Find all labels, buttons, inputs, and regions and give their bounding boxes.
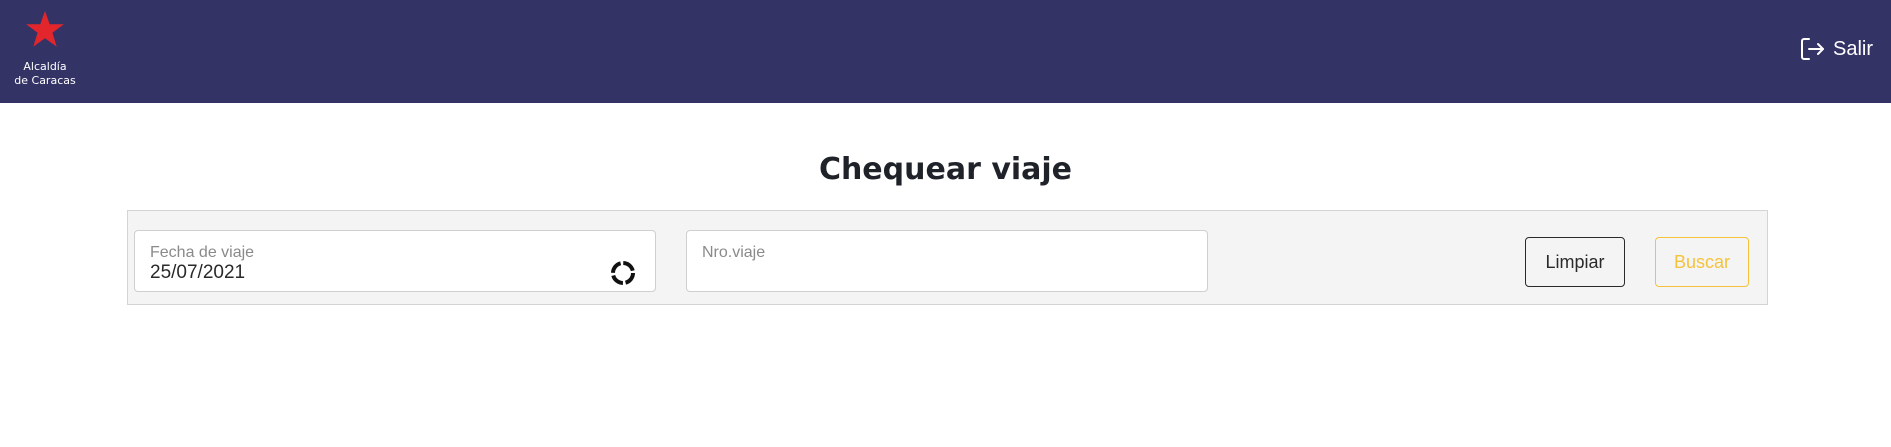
trip-date-label: Fecha de viaje xyxy=(150,244,255,261)
top-navbar: Alcaldía de Caracas Salir xyxy=(0,0,1891,103)
clear-button[interactable]: Limpiar xyxy=(1525,237,1625,287)
alcaldia-caracas-logo[interactable]: Alcaldía de Caracas xyxy=(8,10,82,90)
loading-spinner-icon xyxy=(611,261,635,285)
search-button[interactable]: Buscar xyxy=(1655,237,1749,287)
trip-date-field[interactable]: Fecha de viaje 25/07/2021 xyxy=(134,230,656,292)
red-star-icon xyxy=(26,11,64,47)
logout-label: Salir xyxy=(1832,37,1873,60)
logo-text-line2: de Caracas xyxy=(14,74,76,87)
logout-icon xyxy=(1800,38,1824,60)
trip-number-label: Nro.viaje xyxy=(702,244,766,261)
trip-number-field[interactable]: Nro.viaje xyxy=(686,230,1208,292)
logout-button[interactable]: Salir xyxy=(1799,36,1873,62)
trip-date-value[interactable]: 25/07/2021 xyxy=(150,262,570,284)
page-title: Chequear viaje xyxy=(818,152,1073,187)
logo-text-line1: Alcaldía xyxy=(23,60,67,73)
trip-number-input[interactable] xyxy=(702,261,1192,285)
trip-filter-panel: Fecha de viaje 25/07/2021 Nro.viaje Limp… xyxy=(127,210,1768,305)
